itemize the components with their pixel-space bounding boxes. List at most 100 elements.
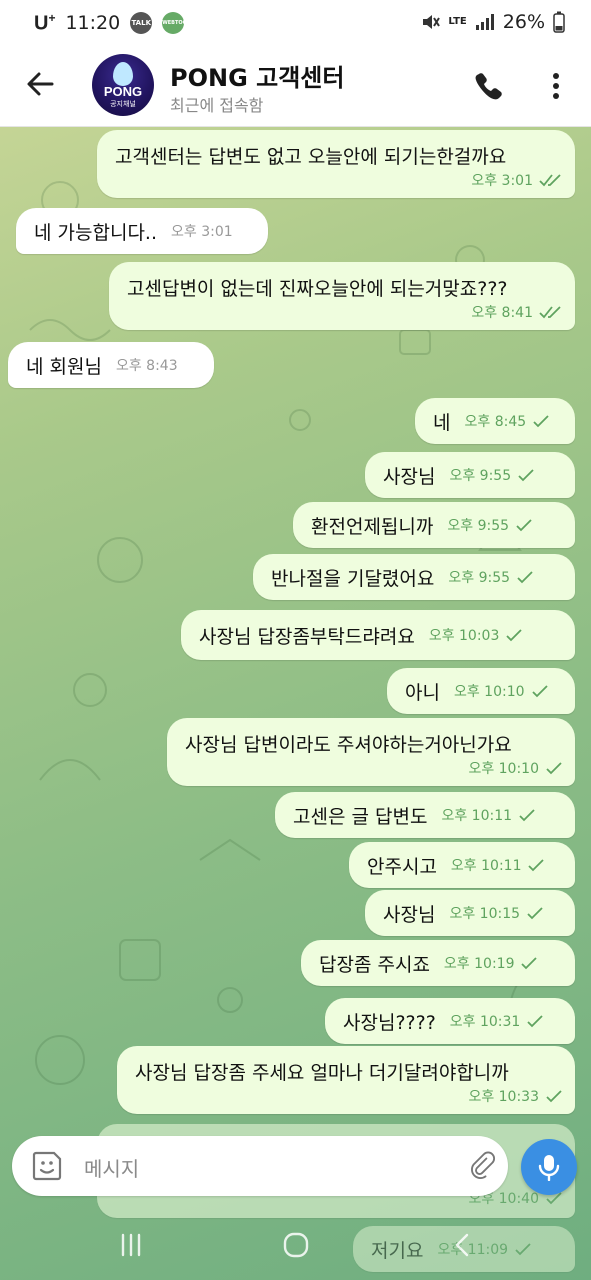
- message-time: 오후 10:03: [428, 628, 500, 644]
- mute-icon: [423, 15, 441, 29]
- signal-icon: [475, 14, 494, 30]
- webtoon-app-icon: WEBTOON: [162, 12, 191, 35]
- check-icon: [519, 809, 535, 822]
- message-meta: 오후 10:11: [441, 805, 548, 825]
- battery-percent: 26%: [502, 11, 545, 33]
- message-time: 오후 8:43: [115, 358, 178, 374]
- microphone-icon: [538, 1155, 560, 1181]
- message-time: 오후 9:55: [449, 468, 512, 484]
- message-time: 오후 3:01: [471, 173, 533, 189]
- check-icon: [527, 1015, 543, 1028]
- message-text: 네 회원님: [26, 355, 102, 378]
- message-time: 오후 10:10: [453, 684, 525, 700]
- message-time: 오후 10:11: [441, 808, 513, 824]
- message-meta: 오후 3:01: [471, 170, 575, 190]
- check-icon: [546, 762, 562, 775]
- check-icon: [517, 571, 533, 584]
- message-text: 고객센터는 답변도 없고 오늘안에 되기는한걸까요: [115, 146, 507, 168]
- message-bubble-outgoing[interactable]: 사장님 답장좀부탁드랴려요 오후 10:03: [181, 610, 575, 660]
- more-options-icon[interactable]: [544, 70, 568, 102]
- check-icon: [506, 629, 523, 642]
- message-bubble-outgoing[interactable]: 사장님 답변이라도 주셔야하는거아닌가요 오후 10:10: [167, 718, 575, 786]
- check-icon: [516, 519, 532, 532]
- check-icon: [527, 907, 543, 920]
- message-text: 네: [433, 411, 451, 434]
- message-meta: 오후 10:10: [454, 681, 561, 701]
- message-bubble-outgoing[interactable]: 고센답변이 없는데 진짜오늘안에 되는거맞죠??? 오후 8:41: [109, 262, 575, 330]
- message-input[interactable]: 메시지: [84, 1153, 139, 1182]
- chat-header: PONG 공지채널 PONG 고객센터 최근에 접속함: [0, 44, 591, 127]
- message-meta: 오후 10:10: [468, 758, 575, 778]
- message-meta: 오후 10:03: [429, 625, 536, 645]
- message-time: 오후 10:19: [443, 956, 515, 972]
- message-text: 환전언제됩니까: [311, 515, 434, 538]
- message-meta: 오후 10:15: [449, 903, 556, 923]
- recent-apps-icon[interactable]: [118, 1232, 144, 1258]
- message-bubble-outgoing[interactable]: 답장좀 주시죠 오후 10:19: [301, 940, 575, 986]
- back-nav-icon[interactable]: [450, 1232, 476, 1258]
- double-check-icon: [539, 306, 561, 319]
- message-meta: 오후 8:43: [116, 355, 190, 375]
- message-bubble-outgoing[interactable]: 아니 오후 10:10: [387, 668, 575, 714]
- message-time: 오후 3:01: [171, 224, 233, 240]
- message-bubble-incoming[interactable]: 네 가능합니다.. 오후 3:01: [16, 208, 268, 254]
- message-time: 오후 10:10: [468, 761, 539, 777]
- message-text: 사장님: [383, 903, 436, 926]
- check-icon: [528, 859, 545, 872]
- talk-app-icon: TALK: [130, 12, 153, 35]
- message-text: 사장님: [383, 465, 436, 488]
- message-time: 오후 8:45: [464, 414, 527, 430]
- check-icon: [533, 415, 549, 428]
- message-bubble-outgoing[interactable]: 사장님???? 오후 10:31: [325, 998, 575, 1044]
- message-text: 답장좀 주시죠: [319, 953, 430, 976]
- message-meta: 오후 8:45: [464, 411, 562, 431]
- check-icon: [521, 957, 538, 970]
- message-bubble-outgoing[interactable]: 사장님 오후 9:55: [365, 452, 575, 498]
- message-composer[interactable]: 메시지: [12, 1136, 508, 1196]
- message-bubble-outgoing[interactable]: 환전언제됩니까 오후 9:55: [293, 502, 575, 548]
- home-icon[interactable]: [283, 1232, 309, 1258]
- system-nav-bar: [0, 1214, 591, 1280]
- check-icon: [518, 469, 534, 482]
- message-bubble-outgoing[interactable]: 안주시고 오후 10:11: [349, 842, 575, 888]
- message-text: 사장님 답장좀 주세요 얼마나 더기달려야합니까: [135, 1062, 509, 1084]
- message-meta: 오후 10:31: [450, 1011, 557, 1031]
- message-bubble-outgoing[interactable]: 사장님 오후 10:15: [365, 890, 575, 936]
- message-bubble-outgoing[interactable]: 반나절을 기달렸어요 오후 9:55: [253, 554, 575, 600]
- message-bubble-outgoing[interactable]: 사장님 답장좀 주세요 얼마나 더기달려야합니까 오후 10:33: [117, 1046, 575, 1114]
- message-text: 사장님 답변이라도 주셔야하는거아닌가요: [185, 734, 512, 756]
- avatar-sub-text: 공지채널: [110, 100, 136, 108]
- attachment-icon[interactable]: [466, 1150, 498, 1182]
- message-time: 오후 10:31: [449, 1014, 521, 1030]
- check-icon: [531, 685, 548, 698]
- message-text: 고센답변이 없는데 진짜오늘안에 되는거맞죠???: [127, 278, 508, 300]
- sticker-icon[interactable]: [30, 1149, 64, 1183]
- message-meta: 오후 10:11: [451, 855, 558, 875]
- message-text: 네 가능합니다..: [34, 221, 157, 244]
- message-bubble-outgoing[interactable]: 네 오후 8:45: [415, 398, 575, 444]
- double-check-icon: [539, 174, 561, 187]
- phone-icon[interactable]: [472, 70, 504, 102]
- message-bubble-incoming[interactable]: 네 회원님 오후 8:43: [8, 342, 214, 388]
- voice-message-button[interactable]: [521, 1139, 577, 1195]
- message-meta: 오후 10:33: [468, 1086, 575, 1106]
- message-text: 아니: [405, 681, 440, 704]
- message-text: 안주시고: [367, 855, 437, 878]
- water-drop-icon: [113, 62, 133, 86]
- message-text: 사장님 답장좀부탁드랴려요: [199, 625, 415, 648]
- avatar-logo-text: PONG: [103, 84, 143, 99]
- back-arrow-icon[interactable]: [22, 66, 58, 102]
- check-icon: [546, 1090, 562, 1103]
- message-bubble-outgoing[interactable]: 고센은 글 답변도 오후 10:11: [275, 792, 575, 838]
- message-time: 오후 10:15: [449, 906, 521, 922]
- avatar[interactable]: PONG 공지채널: [92, 54, 154, 116]
- message-text: 고센은 글 답변도: [293, 805, 428, 828]
- chat-title[interactable]: PONG 고객센터: [170, 58, 344, 93]
- battery-icon: [553, 11, 565, 33]
- message-meta: 오후 10:19: [444, 953, 551, 973]
- message-meta: 오후 9:55: [448, 567, 546, 587]
- clock: 11:20: [65, 12, 121, 35]
- message-time: 오후 10:33: [468, 1089, 539, 1105]
- lte-label: LTE: [448, 16, 467, 27]
- message-bubble-outgoing[interactable]: 고객센터는 답변도 없고 오늘안에 되기는한걸까요 오후 3:01: [97, 130, 575, 198]
